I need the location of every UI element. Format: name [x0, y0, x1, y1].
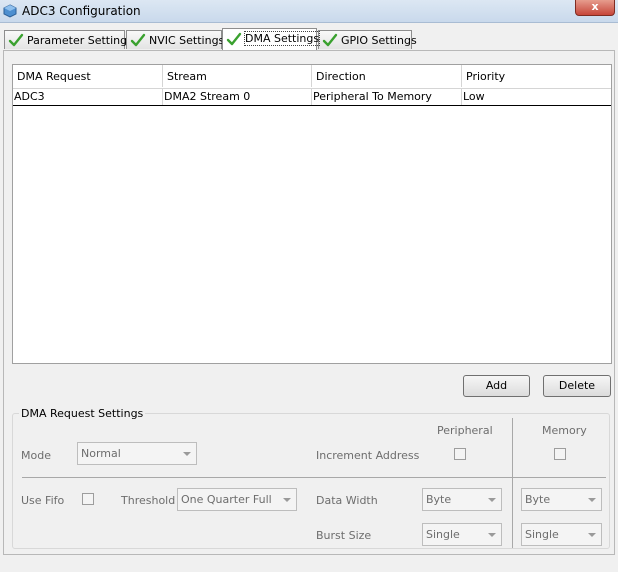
chevron-down-icon	[588, 498, 596, 502]
column-header-direction[interactable]: Direction	[312, 65, 462, 87]
column-header-dma-request[interactable]: DMA Request	[13, 65, 163, 87]
add-button[interactable]: Add	[463, 375, 530, 397]
check-icon	[226, 32, 242, 46]
cell-priority: Low	[463, 90, 485, 103]
burst-size-peripheral-select[interactable]: Single	[422, 523, 502, 546]
close-button[interactable]: x	[575, 0, 615, 16]
increment-peripheral-checkbox[interactable]	[454, 448, 466, 460]
window-title: ADC3 Configuration	[22, 4, 141, 18]
chevron-down-icon	[588, 533, 596, 537]
app-cube-icon	[3, 4, 17, 18]
burst-size-memory-value: Single	[525, 528, 559, 541]
column-header-priority[interactable]: Priority	[462, 65, 611, 87]
group-title: DMA Request Settings	[19, 407, 146, 420]
data-width-peripheral-value: Byte	[426, 493, 452, 506]
mode-select[interactable]: Normal	[77, 442, 197, 465]
check-icon	[8, 33, 24, 47]
memory-header: Memory	[542, 424, 587, 437]
increment-memory-checkbox[interactable]	[554, 448, 566, 460]
use-fifo-label: Use Fifo	[21, 494, 65, 507]
cell-dma-request: ADC3	[13, 89, 163, 105]
tab-label: DMA Settings	[243, 31, 321, 46]
tab-parameter-settings[interactable]: Parameter Settings	[4, 30, 133, 49]
cell-direction: Peripheral To Memory	[312, 89, 462, 105]
threshold-value: One Quarter Full	[181, 493, 272, 506]
close-icon: x	[591, 0, 599, 13]
chevron-down-icon	[488, 533, 496, 537]
row-separator	[22, 477, 606, 478]
check-icon	[130, 33, 146, 47]
burst-size-label: Burst Size	[316, 529, 372, 542]
dma-request-table[interactable]: DMA Request Stream Direction Priority AD…	[12, 64, 612, 364]
increment-address-label: Increment Address	[316, 449, 420, 462]
cell-stream: DMA2 Stream 0	[163, 89, 312, 105]
threshold-label: Threshold	[121, 494, 176, 507]
delete-button[interactable]: Delete	[543, 375, 611, 397]
table-row[interactable]: ADC3 DMA2 Stream 0 Peripheral To Memory …	[13, 89, 611, 106]
tab-label: GPIO Settings	[341, 34, 417, 47]
threshold-select[interactable]: One Quarter Full	[177, 488, 297, 511]
mode-value: Normal	[81, 447, 121, 460]
data-width-memory-select[interactable]: Byte	[521, 488, 602, 511]
burst-size-peripheral-value: Single	[426, 528, 460, 541]
burst-size-memory-select[interactable]: Single	[521, 523, 602, 546]
column-header-stream[interactable]: Stream	[163, 65, 312, 87]
tab-dma-settings[interactable]: DMA Settings	[222, 28, 321, 50]
tab-label: NVIC Settings	[149, 34, 225, 47]
data-width-label: Data Width	[316, 494, 378, 507]
use-fifo-checkbox[interactable]	[82, 493, 94, 505]
table-header: DMA Request Stream Direction Priority	[13, 65, 611, 89]
tab-nvic-settings[interactable]: NVIC Settings	[126, 30, 225, 49]
chevron-down-icon	[488, 498, 496, 502]
peripheral-header: Peripheral	[437, 424, 493, 437]
data-width-memory-value: Byte	[525, 493, 551, 506]
data-width-peripheral-select[interactable]: Byte	[422, 488, 502, 511]
column-separator	[512, 418, 513, 548]
mode-label: Mode	[21, 449, 51, 462]
tab-gpio-settings[interactable]: GPIO Settings	[318, 30, 417, 49]
tab-label: Parameter Settings	[27, 34, 133, 47]
title-bar: ADC3 Configuration x	[0, 0, 618, 23]
check-icon	[322, 33, 338, 47]
chevron-down-icon	[183, 452, 191, 456]
chevron-down-icon	[283, 498, 291, 502]
